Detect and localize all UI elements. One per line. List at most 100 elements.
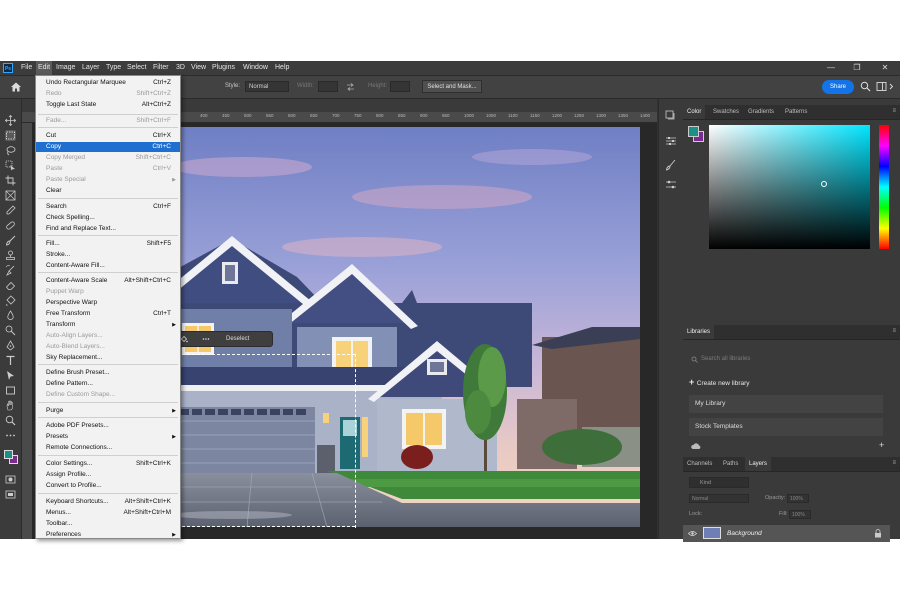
eraser-tool-icon[interactable] <box>5 280 16 291</box>
zoom-tool-icon[interactable] <box>5 415 16 426</box>
fill-field[interactable]: 100% <box>789 510 811 519</box>
menu-type[interactable]: Type <box>104 61 123 75</box>
hand-tool-icon[interactable] <box>5 400 16 411</box>
lock-icon[interactable] <box>874 529 882 538</box>
menu-edit[interactable]: Edit <box>36 61 53 75</box>
dodge-tool-icon[interactable] <box>5 325 16 336</box>
create-new-library-button[interactable]: + Create new library <box>689 377 750 387</box>
search-icon[interactable] <box>860 81 871 92</box>
height-field[interactable] <box>390 81 410 92</box>
pen-tool-icon[interactable] <box>5 340 16 351</box>
edit-menu-item[interactable]: Keyboard Shortcuts... Alt+Shift+Ctrl+K <box>36 497 180 507</box>
edit-menu-item[interactable]: Adobe PDF Presets... <box>36 421 180 431</box>
layer-row-background[interactable]: Background <box>683 525 890 542</box>
menu-help[interactable]: Help <box>273 61 291 75</box>
more-icon[interactable] <box>202 335 210 343</box>
restore-button[interactable]: ❐ <box>848 61 866 75</box>
tab-libraries[interactable]: Libraries <box>683 325 715 339</box>
tab-layers[interactable]: Layers <box>745 457 772 471</box>
object-selection-tool-icon[interactable] <box>5 160 16 171</box>
edit-menu-item[interactable]: Clear <box>36 186 180 196</box>
menu-image[interactable]: Image <box>54 61 77 75</box>
edit-menu-item[interactable]: Free Transform Ctrl+T <box>36 309 180 319</box>
clone-stamp-tool-icon[interactable] <box>5 250 16 261</box>
style-select[interactable]: Normal <box>245 81 289 92</box>
edit-menu-item[interactable]: Purge ▶ <box>36 406 180 416</box>
panel-menu-icon[interactable]: ≡ <box>892 328 896 334</box>
opacity-field[interactable]: 100% <box>787 494 809 503</box>
edit-menu-item[interactable]: Toggle Last State Alt+Ctrl+Z <box>36 100 180 110</box>
menu-filter[interactable]: Filter <box>151 61 171 75</box>
edit-menu-item[interactable]: Color Settings... Shift+Ctrl+K <box>36 459 180 469</box>
edit-menu-item[interactable]: Assign Profile... <box>36 470 180 480</box>
canvas-image[interactable] <box>112 127 640 527</box>
color-panel-foreground-swatch[interactable] <box>688 126 699 137</box>
swap-icon[interactable] <box>346 83 355 91</box>
edit-menu-item[interactable]: Transform ▶ <box>36 320 180 330</box>
edit-menu-item[interactable]: Content-Aware Scale Alt+Shift+Ctrl+C <box>36 276 180 286</box>
edit-menu-item[interactable]: Undo Rectangular Marquee Ctrl+Z <box>36 78 180 88</box>
panel-menu-icon[interactable]: ≡ <box>892 460 896 466</box>
more-tools-icon[interactable] <box>5 430 16 441</box>
path-selection-tool-icon[interactable] <box>5 370 16 381</box>
screen-mode-icon[interactable] <box>5 489 16 500</box>
more-options-icon[interactable] <box>889 81 897 92</box>
color-picker-field[interactable] <box>709 125 870 249</box>
eye-icon[interactable] <box>688 530 697 537</box>
menu-window[interactable]: Window <box>241 61 270 75</box>
library-item[interactable]: Stock Templates <box>689 418 883 436</box>
tab-swatches[interactable]: Swatches <box>709 105 743 119</box>
menu-plugins[interactable]: Plugins <box>210 61 237 75</box>
edit-menu-item[interactable]: Content-Aware Fill... <box>36 261 180 271</box>
quick-mask-icon[interactable] <box>5 474 16 485</box>
edit-menu-item[interactable]: Define Pattern... <box>36 379 180 389</box>
close-button[interactable]: ✕ <box>876 61 894 75</box>
tab-patterns[interactable]: Patterns <box>781 105 811 119</box>
history-panel-icon[interactable] <box>665 109 677 121</box>
tab-color[interactable]: Color <box>683 105 706 119</box>
foreground-color-swatch[interactable] <box>4 450 13 459</box>
gradient-tool-icon[interactable] <box>5 295 16 306</box>
type-tool-icon[interactable] <box>5 355 16 366</box>
tab-gradients[interactable]: Gradients <box>744 105 778 119</box>
edit-menu-item[interactable]: Perspective Warp <box>36 298 180 308</box>
crop-tool-icon[interactable] <box>5 175 16 186</box>
blend-mode-select[interactable]: Normal <box>689 494 749 503</box>
edit-menu-item[interactable]: Find and Replace Text... <box>36 224 180 234</box>
adjustments-panel-icon[interactable] <box>665 135 677 147</box>
libraries-search-input[interactable]: Search all libraries <box>689 353 891 365</box>
layer-filter-kind[interactable]: Kind <box>689 477 749 488</box>
edit-menu-item[interactable]: Preferences ▶ <box>36 530 180 540</box>
edit-menu-item[interactable]: Sky Replacement... <box>36 353 180 363</box>
brush-panel-icon[interactable] <box>665 159 677 171</box>
edit-menu-item[interactable]: Define Brush Preset... <box>36 368 180 378</box>
rectangular-marquee-tool-icon[interactable] <box>5 130 16 141</box>
edit-menu-item[interactable]: Fill... Shift+F5 <box>36 239 180 249</box>
edit-menu-item[interactable]: Stroke... <box>36 250 180 260</box>
edit-menu-item[interactable]: Presets ▶ <box>36 432 180 442</box>
rectangle-tool-icon[interactable] <box>5 385 16 396</box>
frame-tool-icon[interactable] <box>5 190 16 201</box>
select-and-mask-button[interactable]: Select and Mask... <box>422 80 482 93</box>
move-tool-icon[interactable] <box>5 115 16 126</box>
share-button[interactable]: Share <box>822 80 854 94</box>
properties-panel-icon[interactable] <box>665 179 677 191</box>
home-icon[interactable] <box>10 81 22 93</box>
edit-menu-item[interactable]: Toolbar... <box>36 519 180 529</box>
library-item[interactable]: My Library <box>689 395 883 413</box>
lasso-tool-icon[interactable] <box>5 145 16 156</box>
edit-menu-item[interactable]: Convert to Profile... <box>36 481 180 491</box>
minimize-button[interactable]: — <box>822 61 840 75</box>
menu-select[interactable]: Select <box>125 61 148 75</box>
brush-tool-icon[interactable] <box>5 235 16 246</box>
menu-file[interactable]: File <box>19 61 34 75</box>
deselect-button[interactable]: Deselect <box>226 332 249 346</box>
spot-healing-brush-icon[interactable] <box>5 220 16 231</box>
add-library-item-icon[interactable]: + <box>879 440 884 450</box>
workspace-icon[interactable] <box>876 81 887 92</box>
edit-menu-item[interactable]: Menus... Alt+Shift+Ctrl+M <box>36 508 180 518</box>
blur-tool-icon[interactable] <box>5 310 16 321</box>
menu-view[interactable]: View <box>189 61 208 75</box>
history-brush-icon[interactable] <box>5 265 16 276</box>
menu-3d[interactable]: 3D <box>174 61 187 75</box>
